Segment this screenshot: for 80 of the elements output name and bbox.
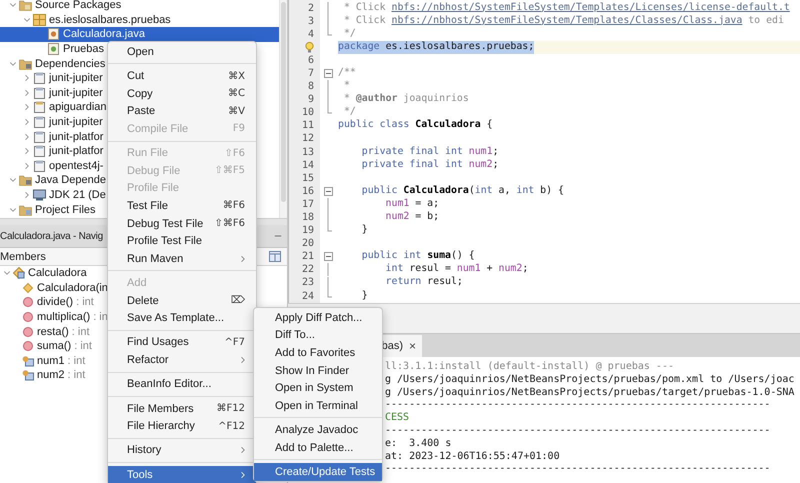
output-line: g /Users/joaquinrios/NetBeansProjects/pruebas/target/pruebas-1.0-SNA [385, 386, 796, 400]
code-line: * [342, 80, 350, 94]
member-name: resta() [37, 326, 69, 338]
tree-label: es.ieslosalbares.pruebas [49, 14, 171, 26]
line-number: 17 [302, 198, 314, 211]
line-number: 13 [302, 146, 314, 159]
code-line: public Calculadora(int a, int b) { [360, 184, 564, 198]
code-line: num1 = a; [384, 198, 440, 211]
line-number: 23 [302, 276, 314, 290]
line-number: 6 [308, 54, 314, 67]
output-line: ll:3.1.1:install (default-install) @ pruebas --- [385, 361, 675, 374]
output-line: ---------------------------------------------------------------- [385, 463, 772, 476]
code-line: */ [342, 106, 356, 120]
tree-label: Pruebas [63, 43, 104, 56]
tree-label: JDK 21 (De [49, 189, 106, 202]
tree-label: Calculadora.java [63, 28, 145, 40]
code-line: * @author joaquinrios [342, 93, 469, 106]
output-line: at: 2023-12-06T16:55:47+01:00 [385, 450, 561, 464]
panel-title: Calculadora.java - Navig [0, 230, 103, 242]
line-number: 2 [308, 2, 314, 15]
tree-label: Java Depende [35, 174, 106, 186]
code-line: return resul; [384, 276, 463, 290]
line-number: 16 [302, 184, 314, 198]
member-name: suma() [37, 340, 72, 352]
member-type: : int [76, 296, 94, 308]
line-number: 11 [302, 119, 314, 132]
line-number: 14 [302, 158, 314, 172]
member-name: multiplica() [37, 311, 90, 324]
member-type: : in [93, 311, 108, 324]
member-type: : int [68, 369, 86, 382]
tree-label: opentest4j- [49, 160, 104, 172]
code-line: * Click nbfs://nbhost/SystemFileSystem/Templates/Licenses/license-default.t [342, 2, 790, 14]
line-number: 21 [302, 250, 314, 264]
member-name: divide() [37, 296, 74, 308]
member-name: Calculadora(in [37, 282, 108, 294]
code-line: int resul = num1 + num2; [384, 263, 528, 276]
member-name: num2 [37, 369, 65, 382]
tree-label: Source Packages [35, 0, 122, 12]
output-line: g /Users/joaquinrios/NetBeansProjects/pruebas/pom.xml to /Users/joac [385, 374, 796, 387]
tree-label: junit-platfor [49, 130, 104, 143]
code-line: public class Calculadora { [338, 119, 493, 132]
output-line: ---------------------------------------------------------------- [385, 424, 772, 438]
tree-label: junit-jupiter [49, 116, 103, 128]
line-number: 9 [308, 93, 314, 106]
output-line: ---------------------------------------------------------------- [385, 399, 772, 412]
line-number: 10 [302, 106, 314, 120]
line-number: 18 [302, 211, 314, 224]
line-number: 12 [302, 132, 314, 146]
line-number: 22 [302, 263, 314, 276]
line-number: 7 [308, 66, 314, 80]
code-line: */ [342, 28, 356, 41]
line-number: 15 [302, 172, 314, 185]
code-line: } [360, 290, 368, 303]
tree-label: apiguardian [49, 101, 106, 114]
line-number: 8 [308, 80, 314, 94]
output-line: e: 3.400 s [385, 438, 452, 451]
tree-label: junit-jupiter [49, 86, 103, 99]
line-number: 19 [302, 224, 314, 238]
member-name: num1 [37, 354, 65, 367]
member-type: : int [72, 326, 90, 338]
code-line: } [360, 224, 368, 238]
output-line: CESS [385, 412, 410, 425]
line-number: 4 [308, 28, 314, 41]
filter-label: Members [0, 250, 46, 262]
line-number: 20 [302, 237, 314, 250]
member-type: : int [74, 340, 92, 352]
code-line: * Click nbfs://nbhost/SystemFileSystem/Templates/Classes/Class.java to edi [342, 14, 784, 28]
member-type: : int [68, 354, 86, 367]
tree-label: junit-jupiter [49, 72, 103, 84]
tree-label: Dependencies [35, 58, 106, 70]
line-number: 3 [308, 14, 314, 28]
code-line: public int suma() { [360, 250, 475, 264]
code-line: private final int num1; [360, 146, 499, 159]
code-line: num2 = b; [384, 211, 440, 224]
member-name: Calculadora [28, 267, 87, 280]
tree-label: Project Files [35, 204, 96, 216]
tree-label: junit-platfor [49, 145, 104, 158]
code-line: private final int num2; [360, 158, 499, 172]
line-number: 24 [302, 290, 314, 303]
code-line: /** [338, 66, 356, 80]
